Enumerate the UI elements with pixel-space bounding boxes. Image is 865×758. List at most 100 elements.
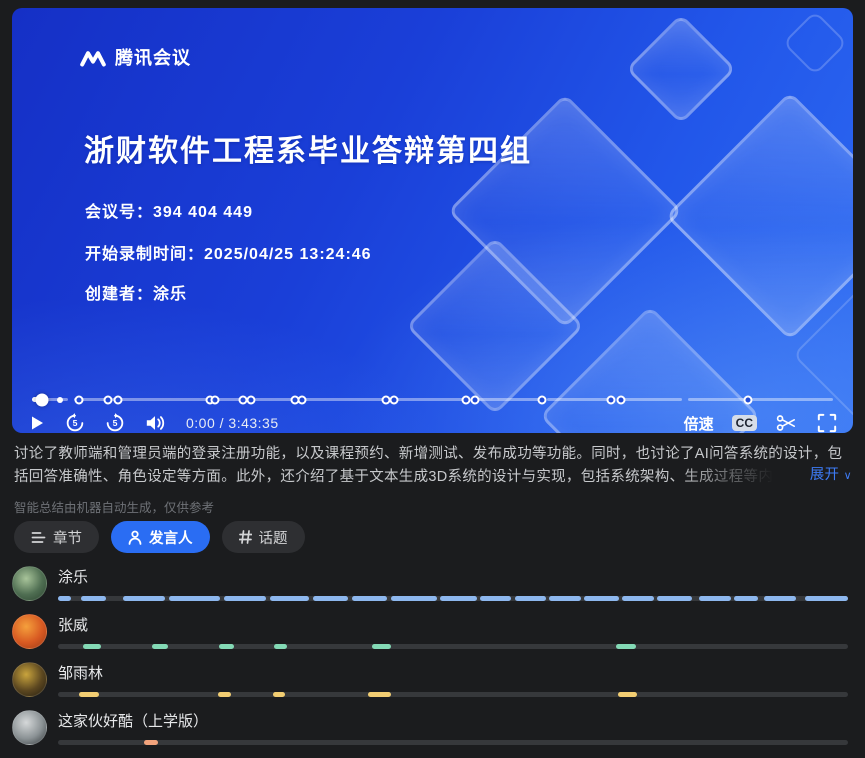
speech-segment[interactable]: [144, 740, 158, 745]
captions-button[interactable]: CC: [732, 415, 757, 431]
speech-segment[interactable]: [123, 596, 165, 601]
avatar[interactable]: [12, 566, 47, 601]
tab-topics[interactable]: 话题: [222, 521, 305, 553]
video-player[interactable]: 腾讯会议 浙财软件工程系毕业答辩第四组 会议号：394 404 449 开始录制…: [12, 8, 853, 433]
meeting-logo-icon: [80, 46, 106, 68]
glass-cube: [666, 92, 853, 341]
chapter-marker[interactable]: [297, 395, 306, 404]
speaker-timeline[interactable]: [58, 740, 848, 745]
meeting-creator: 创建者：涂乐: [85, 280, 187, 304]
speech-segment[interactable]: [805, 596, 848, 601]
speaker-name: 邹雨林: [58, 662, 848, 683]
list-icon: [31, 531, 46, 544]
play-button[interactable]: [28, 414, 46, 432]
chevron-down-icon: ∨: [844, 470, 852, 482]
speech-segment[interactable]: [372, 644, 390, 649]
brand-name: 腾讯会议: [115, 44, 191, 70]
speech-segment[interactable]: [270, 596, 310, 601]
speaker-name: 涂乐: [58, 566, 848, 587]
progress-segment[interactable]: [688, 398, 746, 401]
summary-fade: [676, 466, 806, 489]
expand-button[interactable]: 展开 ∨: [804, 464, 852, 488]
chapter-marker[interactable]: [616, 395, 625, 404]
chapter-marker[interactable]: [470, 395, 479, 404]
speaker-timeline[interactable]: [58, 644, 848, 649]
playhead[interactable]: [36, 393, 49, 406]
chapter-marker[interactable]: [113, 395, 122, 404]
progress-segment[interactable]: [547, 398, 613, 401]
rewind-5s-button[interactable]: 5: [64, 412, 86, 433]
person-icon: [128, 530, 142, 545]
summary-disclaimer: 智能总结由机器自动生成，仅供参考: [14, 497, 214, 516]
chapter-marker[interactable]: [104, 395, 113, 404]
chapter-marker[interactable]: [607, 395, 616, 404]
speech-segment[interactable]: [224, 596, 266, 601]
meeting-number: 会议号：394 404 449: [85, 198, 253, 222]
chapter-marker[interactable]: [462, 395, 471, 404]
speaker-name: 这家伙好酷（上学版）: [58, 710, 848, 731]
tab-speakers[interactable]: 发言人: [111, 521, 210, 553]
volume-button[interactable]: [144, 413, 166, 433]
speech-segment[interactable]: [169, 596, 220, 601]
tab-label: 发言人: [149, 527, 193, 548]
speaker-row: 这家伙好酷（上学版）: [12, 710, 848, 745]
speech-segment[interactable]: [584, 596, 619, 601]
playback-speed-button[interactable]: 倍速: [684, 413, 714, 434]
clip-scissors-button[interactable]: [775, 413, 797, 433]
progress-segment[interactable]: [478, 398, 540, 401]
speech-segment[interactable]: [273, 692, 285, 697]
progress-segment[interactable]: [624, 398, 682, 401]
fullscreen-button[interactable]: [817, 413, 837, 433]
chapter-marker[interactable]: [390, 395, 399, 404]
speech-segment[interactable]: [699, 596, 731, 601]
speech-segment[interactable]: [58, 596, 71, 601]
progress-segment[interactable]: [305, 398, 388, 401]
progress-segment[interactable]: [397, 398, 467, 401]
speech-segment[interactable]: [352, 596, 388, 601]
speech-segment[interactable]: [219, 644, 234, 649]
speech-segment[interactable]: [274, 644, 287, 649]
speaker-timeline[interactable]: [58, 692, 848, 697]
speech-segment[interactable]: [79, 692, 100, 697]
player-controls: 5 5 0:00 / 3:43:35 倍速 CC: [28, 410, 837, 433]
hash-icon: [239, 530, 252, 544]
tab-chapters[interactable]: 章节: [14, 521, 99, 553]
chapter-marker[interactable]: [538, 395, 547, 404]
chapter-marker[interactable]: [744, 395, 753, 404]
meeting-title: 浙财软件工程系毕业答辩第四组: [84, 126, 532, 170]
speech-segment[interactable]: [368, 692, 392, 697]
speech-segment[interactable]: [622, 596, 654, 601]
speech-segment[interactable]: [218, 692, 231, 697]
speech-segment[interactable]: [480, 596, 512, 601]
speaker-row: 张威: [12, 614, 848, 649]
progress-segment[interactable]: [752, 398, 833, 401]
chapter-marker[interactable]: [57, 397, 63, 403]
speech-segment[interactable]: [549, 596, 581, 601]
speech-segment[interactable]: [734, 596, 758, 601]
speech-segment[interactable]: [616, 644, 637, 649]
speaker-timeline[interactable]: [58, 596, 848, 601]
speech-segment[interactable]: [391, 596, 437, 601]
svg-text:5: 5: [73, 418, 78, 428]
speech-segment[interactable]: [83, 644, 100, 649]
forward-5s-button[interactable]: 5: [104, 412, 126, 433]
speech-segment[interactable]: [152, 644, 168, 649]
tencent-meeting-logo: 腾讯会议: [80, 44, 191, 70]
speech-segment[interactable]: [515, 596, 547, 601]
ai-summary: 讨论了教师端和管理员端的登录注册功能，以及课程预约、新增测试、发布成功等功能。同…: [14, 443, 852, 489]
avatar[interactable]: [12, 662, 47, 697]
progress-bar[interactable]: [32, 397, 833, 402]
speech-segment[interactable]: [657, 596, 692, 601]
avatar[interactable]: [12, 614, 47, 649]
speaker-list: 涂乐张威邹雨林这家伙好酷（上学版）: [12, 566, 848, 758]
avatar[interactable]: [12, 710, 47, 745]
progress-segment[interactable]: [112, 398, 208, 401]
speech-segment[interactable]: [764, 596, 796, 601]
speech-segment[interactable]: [440, 596, 476, 601]
chapter-marker[interactable]: [247, 395, 256, 404]
chapter-marker[interactable]: [75, 395, 84, 404]
chapter-marker[interactable]: [211, 395, 220, 404]
speech-segment[interactable]: [618, 692, 637, 697]
speech-segment[interactable]: [313, 596, 348, 601]
speech-segment[interactable]: [81, 596, 106, 601]
